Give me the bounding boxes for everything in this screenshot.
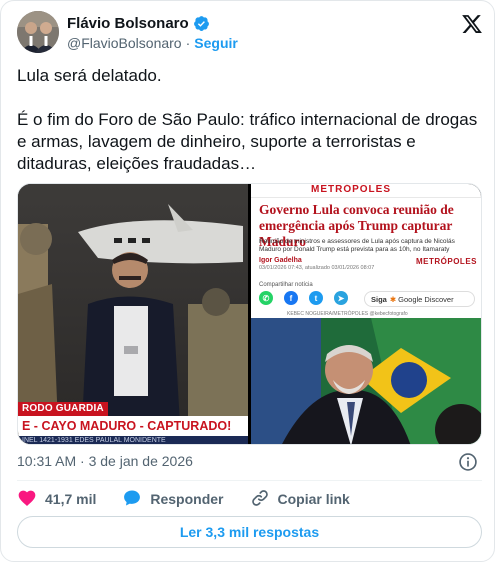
tweet-header: Flávio Bolsonaro @FlavioBolsonaro · Segu… — [17, 11, 483, 53]
x-logo-icon[interactable] — [461, 13, 483, 35]
article-subtitle: Reunião de ministros e assessores de Lul… — [259, 238, 455, 253]
brand-logo: METRÓPOLES — [415, 257, 477, 266]
tweet-text: Lula será delatado. É o fim do Foro de S… — [17, 65, 483, 175]
share-row: ✆ f t ➤ — [259, 291, 359, 305]
copy-link-button[interactable]: Copiar link — [250, 488, 350, 511]
siga-label: Siga — [371, 294, 387, 304]
reply-bubble-icon — [122, 488, 150, 511]
media-image-left[interactable]: RODO GUARDIA E - CAYO MADURO - CAPTURADO… — [18, 184, 248, 444]
facebook-icon: f — [284, 291, 298, 305]
divider — [17, 480, 482, 481]
like-count: 41,7 mil — [45, 491, 97, 507]
reply-label: Responder — [150, 491, 224, 507]
article-author: Igor Gadelha — [259, 257, 302, 264]
separator: · — [185, 35, 191, 51]
site-header-bar: METRÓPOLES — [251, 184, 481, 198]
tweet-line-2: É o fim do Foro de São Paulo: tráfico in… — [17, 110, 478, 173]
action-bar: 41,7 mil Responder Copiar link — [17, 486, 376, 512]
article-dates: 03/01/2026 07:43, atualizado 03/01/2026 … — [259, 265, 375, 271]
media-grid: RODO GUARDIA E - CAYO MADURO - CAPTURADO… — [17, 183, 482, 445]
twitter-icon: t — [309, 291, 323, 305]
site-name: METRÓPOLES — [311, 184, 392, 195]
avatar[interactable] — [17, 11, 59, 53]
info-icon[interactable] — [458, 452, 478, 472]
news-ticker-main: E - CAYO MADURO - CAPTURADO! — [18, 416, 248, 436]
share-label: Compartilhar notícia — [259, 282, 313, 288]
verified-badge-icon — [193, 15, 210, 32]
media-image-right[interactable]: METRÓPOLES Governo Lula convoca reunião … — [251, 184, 481, 444]
read-replies-button[interactable]: Ler 3,3 mil respostas — [17, 516, 482, 548]
tweet-card: Flávio Bolsonaro @FlavioBolsonaro · Segu… — [0, 0, 495, 562]
tweet-line-1: Lula será delatado. — [17, 66, 162, 85]
tweet-timestamp[interactable]: 10:31 AM · 3 de jan de 2026 — [17, 453, 193, 469]
news-ticker-bottom: INEL 1421-1931 EDES PAULAL MONIDENTE — [18, 436, 248, 444]
reply-button[interactable]: Responder — [122, 488, 224, 511]
whatsapp-icon: ✆ — [259, 291, 273, 305]
discover-star-icon: ✱ — [389, 294, 397, 304]
follow-button[interactable]: Seguir — [194, 35, 238, 51]
telegram-icon: ➤ — [334, 291, 348, 305]
like-button[interactable]: 41,7 mil — [17, 488, 96, 511]
google-discover-badge: Siga ✱ Google Discover — [364, 291, 475, 307]
lula-photo — [251, 318, 481, 444]
heart-icon — [17, 488, 45, 511]
photo-credit: KEBEC NOGUEIRA/METRÓPOLES @kebecfotograf… — [287, 311, 408, 317]
link-icon — [250, 488, 278, 511]
news-ticker-top: RODO GUARDIA — [18, 402, 108, 416]
discover-label: Google Discover — [398, 294, 454, 304]
copy-link-label: Copiar link — [277, 491, 350, 507]
display-name[interactable]: Flávio Bolsonaro — [67, 15, 189, 32]
handle[interactable]: @FlavioBolsonaro — [67, 35, 182, 51]
